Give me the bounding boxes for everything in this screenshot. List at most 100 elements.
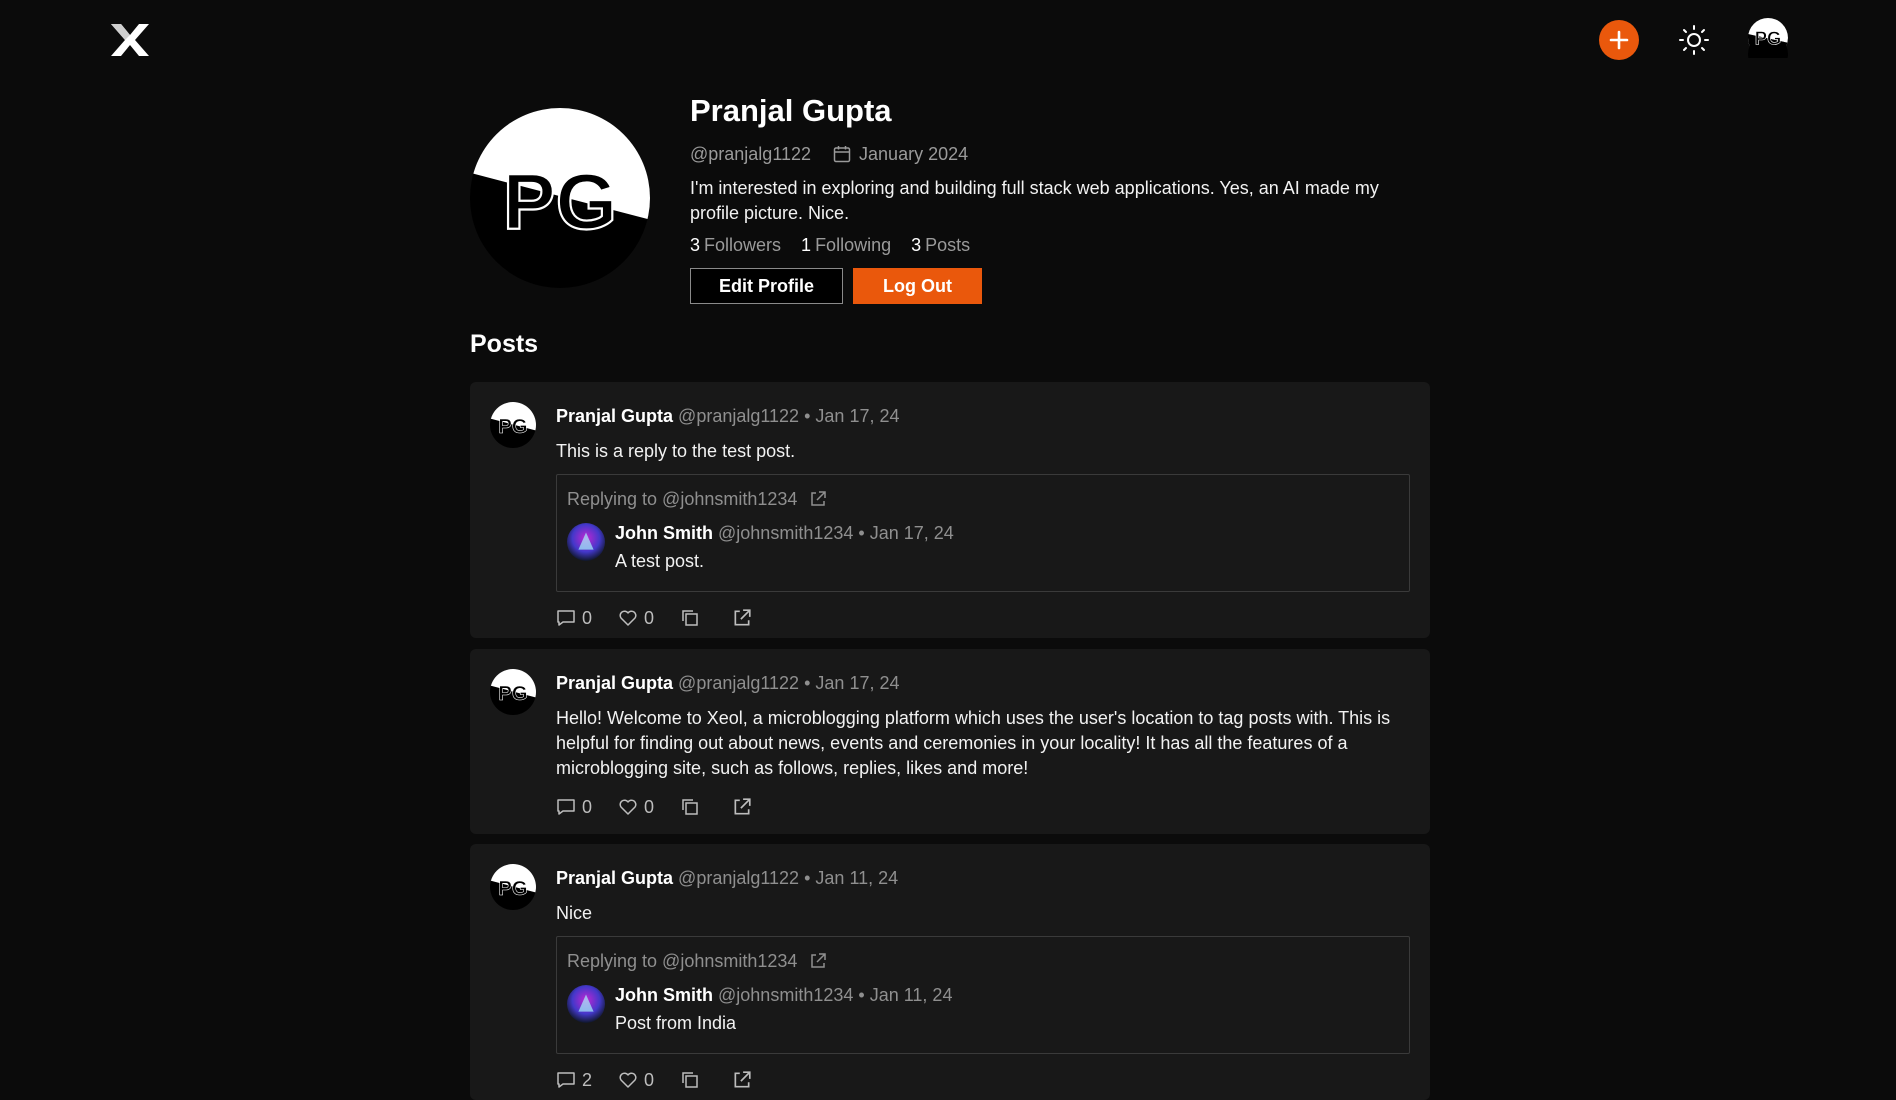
separator-dot: • (858, 985, 865, 1005)
reply-count: 0 (582, 607, 593, 628)
post-body: Pranjal Gupta @pranjalg1122 • Jan 11, 24… (556, 866, 1410, 1092)
comment-icon (557, 610, 575, 626)
reply-button[interactable]: 0 (556, 797, 592, 818)
following-stat[interactable]: 1 Following (801, 235, 891, 256)
quoted-post-content: John Smith @johnsmith1234 • Jan 11, 24 P… (567, 983, 1399, 1043)
external-link-icon[interactable] (809, 490, 827, 508)
user-avatar-menu[interactable]: PG (1748, 18, 1788, 58)
calendar-icon (833, 146, 851, 163)
quoted-author-avatar[interactable] (567, 523, 605, 561)
external-link-icon (734, 609, 751, 626)
following-label: Following (815, 235, 892, 255)
copy-icon (682, 1072, 698, 1088)
post-body: Pranjal Gupta @pranjalg1122 • Jan 17, 24… (556, 404, 1410, 630)
quoted-post-header: John Smith @johnsmith1234 • Jan 11, 24 (615, 983, 1399, 1007)
post-author-avatar[interactable]: PG (490, 864, 536, 910)
post-date: Jan 17, 24 (815, 406, 900, 426)
external-link-icon[interactable] (809, 952, 827, 970)
svg-text:PG: PG (503, 157, 617, 246)
post-author-handle: @pranjalg1122 (678, 868, 800, 888)
quoted-author-avatar[interactable] (567, 985, 605, 1023)
like-count: 0 (644, 796, 655, 817)
quoted-post-text: Post from India (615, 1013, 737, 1033)
copy-button[interactable] (680, 797, 706, 817)
new-post-button[interactable] (1599, 20, 1639, 60)
reply-button[interactable]: 2 (556, 1070, 592, 1091)
like-button[interactable]: 0 (618, 797, 654, 818)
quoted-post[interactable]: Replying to @johnsmith1234 John Smith @j… (556, 936, 1410, 1054)
profile-actions: Edit Profile Log Out (690, 268, 1430, 304)
sun-icon (1679, 25, 1709, 55)
copy-button[interactable] (680, 1070, 706, 1090)
like-count: 0 (644, 607, 655, 628)
replying-to-text: Replying to @johnsmith1234 (567, 488, 798, 509)
quoted-post-header: John Smith @johnsmith1234 • Jan 17, 24 (615, 521, 1399, 545)
separator-dot: • (804, 868, 811, 888)
post-header: Pranjal Gupta @pranjalg1122 • Jan 11, 24 (556, 866, 1410, 890)
post-body: Pranjal Gupta @pranjalg1122 • Jan 17, 24… (556, 671, 1410, 819)
post-card[interactable]: PG Pranjal Gupta @pranjalg1122 • Jan 17,… (470, 649, 1430, 834)
like-button[interactable]: 0 (618, 1070, 654, 1091)
followers-count: 3 (690, 235, 701, 255)
separator-dot: • (804, 673, 811, 693)
posts-count: 3 (911, 235, 922, 255)
post-card[interactable]: PG Pranjal Gupta @pranjalg1122 • Jan 11,… (470, 844, 1430, 1100)
post-text: Hello! Welcome to Xeol, a microblogging … (556, 708, 1391, 778)
posts-stat: 3 Posts (911, 235, 970, 256)
post-author-avatar[interactable]: PG (490, 402, 536, 448)
x-logo-icon[interactable] (108, 22, 152, 58)
posts-label: Posts (925, 235, 971, 255)
post-header: Pranjal Gupta @pranjalg1122 • Jan 17, 24 (556, 671, 1410, 695)
joined-date-text: January 2024 (859, 143, 969, 164)
post-author-avatar[interactable]: PG (490, 669, 536, 715)
copy-icon (682, 799, 698, 815)
profile-name: Pranjal Gupta (690, 93, 892, 128)
post-header: Pranjal Gupta @pranjalg1122 • Jan 17, 24 (556, 404, 1410, 428)
quoted-post-date: Jan 11, 24 (869, 985, 953, 1005)
heart-icon (619, 799, 637, 815)
open-post-button[interactable] (732, 797, 758, 817)
svg-text:PG: PG (498, 416, 527, 438)
quoted-author-name[interactable]: John Smith (615, 523, 713, 543)
post-text: This is a reply to the test post. (556, 441, 796, 461)
followers-stat[interactable]: 3 Followers (690, 235, 781, 256)
profile-meta: @pranjalg1122 January 2024 (690, 140, 1430, 168)
copy-button[interactable] (680, 608, 706, 628)
external-link-icon (734, 1071, 751, 1088)
like-count: 0 (644, 1069, 655, 1090)
post-author-name[interactable]: Pranjal Gupta (556, 406, 673, 426)
profile-info: Pranjal Gupta @pranjalg1122 January 2024… (690, 90, 1430, 304)
svg-text:PG: PG (1755, 27, 1782, 48)
replying-to: Replying to @johnsmith1234 (567, 949, 1399, 973)
open-post-button[interactable] (732, 608, 758, 628)
heart-icon (619, 1072, 637, 1088)
quoted-post-date: Jan 17, 24 (869, 523, 954, 543)
quoted-post[interactable]: Replying to @johnsmith1234 John Smith @j… (556, 474, 1410, 592)
post-author-name[interactable]: Pranjal Gupta (556, 673, 673, 693)
svg-text:PG: PG (498, 683, 527, 705)
quoted-post-content: John Smith @johnsmith1234 • Jan 17, 24 A… (567, 521, 1399, 581)
theme-toggle-button[interactable] (1676, 22, 1712, 58)
profile-stats: 3 Followers 1 Following 3 Posts (690, 235, 1430, 256)
post-text: Nice (556, 903, 593, 923)
like-button[interactable]: 0 (618, 608, 654, 629)
reply-button[interactable]: 0 (556, 608, 592, 629)
post-author-handle: @pranjalg1122 (678, 406, 800, 426)
post-date: Jan 17, 24 (815, 673, 900, 693)
profile-avatar: PG (470, 108, 650, 288)
quoted-author-name[interactable]: John Smith (615, 985, 713, 1005)
separator-dot: • (804, 406, 811, 426)
reply-count: 0 (582, 796, 593, 817)
log-out-button[interactable]: Log Out (853, 268, 982, 304)
post-actions: 2 0 (556, 1068, 1410, 1092)
post-date: Jan 11, 24 (815, 868, 899, 888)
open-post-button[interactable] (732, 1070, 758, 1090)
reply-count: 2 (582, 1069, 593, 1090)
quoted-author-handle: @johnsmith1234 (718, 985, 854, 1005)
post-card[interactable]: PG Pranjal Gupta @pranjalg1122 • Jan 17,… (470, 382, 1430, 638)
comment-icon (557, 1072, 575, 1088)
post-author-name[interactable]: Pranjal Gupta (556, 868, 673, 888)
copy-icon (682, 610, 698, 626)
edit-profile-button[interactable]: Edit Profile (690, 268, 844, 304)
posts-heading: Posts (470, 330, 539, 358)
